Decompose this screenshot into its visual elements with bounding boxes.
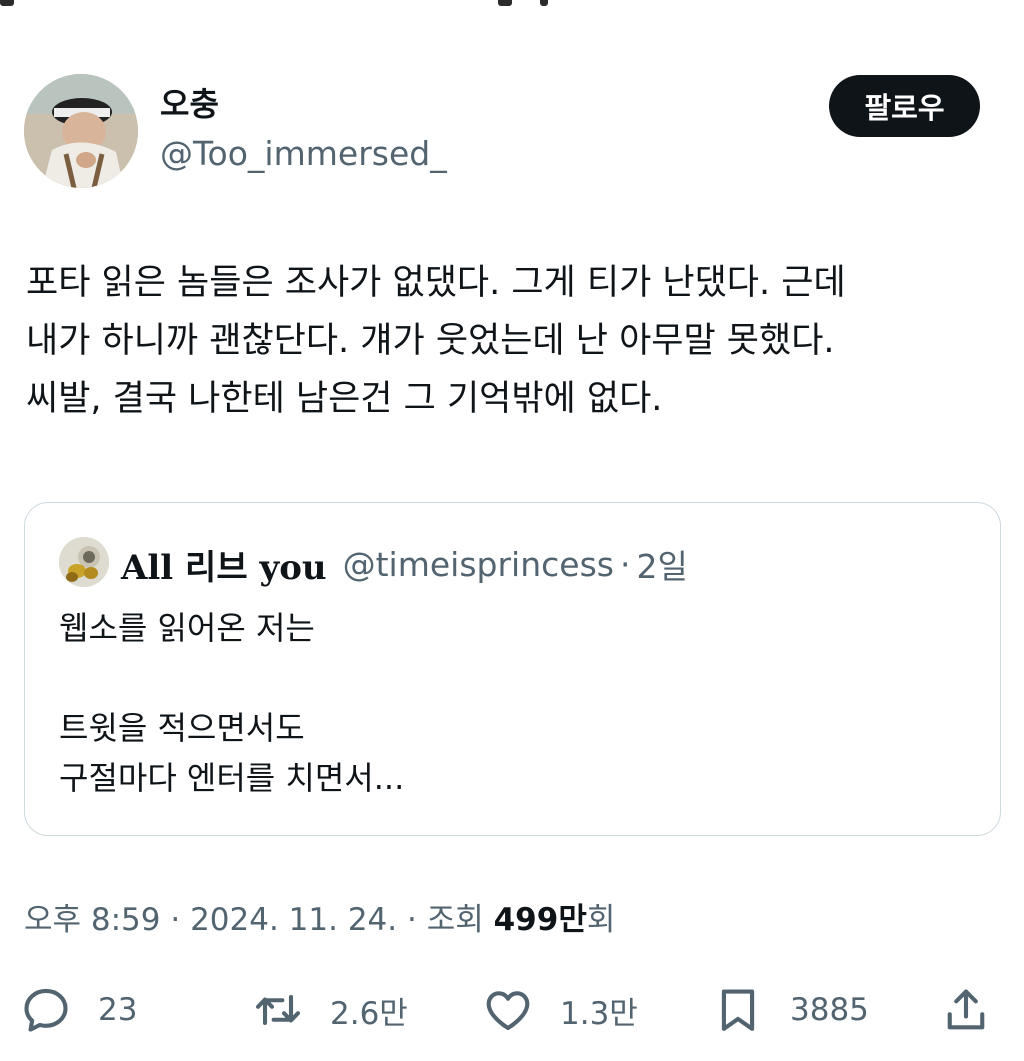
quoted-tweet-card[interactable]: All 리브 you @timeisprincess · 2일 웹소를 읽어온 … (24, 502, 1001, 836)
clipped-glyph (498, 0, 512, 6)
reply-button[interactable]: 23 (20, 980, 137, 1040)
views-suffix: 회 (586, 902, 616, 938)
action-bar: 23 2.6만 1.3만 3885 (0, 980, 1024, 1040)
author-avatar[interactable] (24, 74, 138, 188)
clipped-glyph (540, 0, 548, 6)
meta-separator: · (160, 902, 191, 938)
tweet-meta: 오후 8:59 · 2024. 11. 24. · 조회 499만회 (24, 898, 615, 942)
tweet-line: 포타 읽은 놈들은 조사가 없댔다. 그게 티가 난댔다. 근데 (26, 263, 846, 303)
retweet-icon (256, 994, 300, 1026)
quoted-author-avatar (59, 537, 109, 587)
tweet-text: 포타 읽은 놈들은 조사가 없댔다. 그게 티가 난댔다. 근데 내가 하니까 … (26, 254, 1001, 428)
quoted-avatar-image (59, 537, 109, 587)
bookmark-button[interactable]: 3885 (712, 980, 869, 1040)
quoted-author-name[interactable]: All 리브 you (121, 540, 327, 589)
share-button[interactable] (940, 980, 992, 1040)
tweet-line: 씨발, 결국 나한테 남은건 그 기억밖에 없다. (26, 379, 663, 419)
bookmark-count: 3885 (790, 992, 869, 1028)
quoted-tweet-line: 구절마다 엔터를 치면서... (59, 759, 405, 797)
quoted-author-handle[interactable]: @timeisprincess (343, 545, 614, 584)
quoted-tweet-line: 웹소를 읽어온 저는 (59, 609, 315, 647)
quoted-tweet-line: 트윗을 적으면서도 (59, 709, 305, 747)
clipped-glyph (0, 0, 14, 6)
cropped-top-edge (0, 0, 1024, 8)
like-count: 1.3만 (560, 995, 638, 1032)
retweet-count: 2.6만 (330, 995, 408, 1032)
meta-separator: · (397, 902, 427, 938)
quoted-tweet-time: 2일 (636, 547, 688, 586)
retweet-button[interactable]: 2.6만 (252, 980, 408, 1040)
quoted-tweet-header: All 리브 you @timeisprincess · 2일 (121, 539, 688, 589)
reply-icon (24, 988, 68, 1032)
follow-button[interactable]: 팔로우 (829, 75, 980, 137)
like-button[interactable]: 1.3만 (482, 980, 638, 1040)
author-handle[interactable]: @Too_immersed_ (160, 134, 447, 174)
views-count: 499만 (493, 902, 587, 938)
reply-count: 23 (98, 992, 138, 1028)
quoted-tweet-text: 웹소를 읽어온 저는 트윗을 적으면서도 구절마다 엔터를 치면서... (59, 603, 404, 803)
tweet-time[interactable]: 오후 8:59 (24, 902, 161, 938)
quoted-tweet-line (59, 653, 404, 703)
header-separator: · (619, 544, 631, 584)
share-icon (947, 989, 985, 1030)
avatar-image (24, 74, 138, 188)
views-prefix: 조회 (426, 902, 494, 938)
like-icon (486, 991, 530, 1031)
tweet-line: 내가 하니까 괜찮단다. 걔가 웃었는데 난 아무말 못했다. (26, 321, 835, 361)
author-display-name[interactable]: 오충 (160, 84, 219, 124)
bookmark-icon (721, 989, 755, 1031)
tweet-date[interactable]: 2024. 11. 24. (190, 902, 397, 938)
